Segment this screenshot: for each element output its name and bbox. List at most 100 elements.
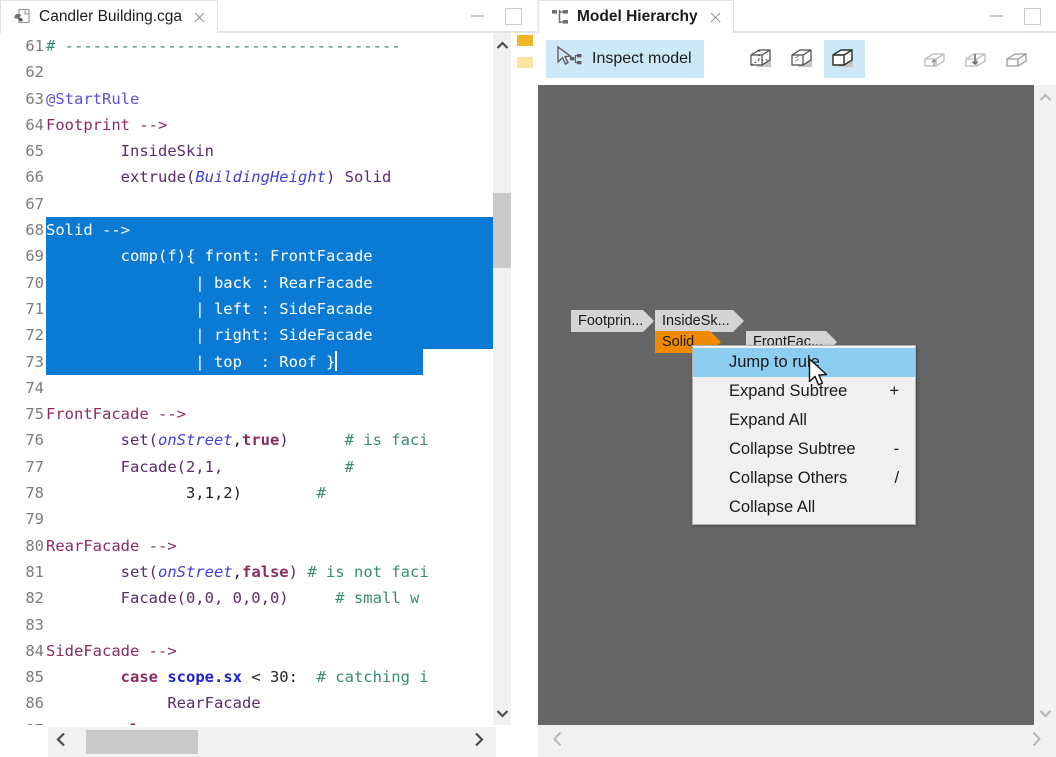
code-line[interactable]: 84SideFacade --> (0, 638, 493, 664)
code-line[interactable]: 63@StartRule (0, 86, 493, 112)
code-line[interactable]: 78 3,1,2) # (0, 480, 493, 506)
editor-overview-ruler[interactable] (511, 33, 538, 725)
code-line[interactable]: 75FrontFacade --> (0, 401, 493, 427)
editor-vertical-scrollbar[interactable] (493, 33, 511, 725)
line-number: 72 (0, 322, 46, 348)
code-line[interactable]: 85 case scope.sx < 30: # catching i (0, 664, 493, 690)
overview-marker[interactable] (517, 57, 533, 68)
code-line[interactable]: 82 Facade(0,0, 0,0,0) # small w (0, 585, 493, 611)
line-number: 70 (0, 270, 46, 296)
code-token: onStreet (158, 431, 233, 449)
tab-candler-building-cga[interactable]: Candler Building.cga (0, 0, 218, 33)
code-line[interactable]: 81 set(onStreet,false) # is not faci (0, 559, 493, 585)
code-token: else (46, 721, 158, 725)
box-down-icon[interactable] (956, 40, 997, 78)
code-line[interactable]: 61# ------------------------------------ (0, 33, 493, 59)
code-line[interactable]: 64Footprint --> (0, 112, 493, 138)
hierarchy-canvas[interactable]: Footprin...InsideSk...SolidFrontFac... J… (538, 85, 1056, 725)
line-number: 67 (0, 191, 46, 217)
minimize-icon[interactable] (988, 7, 1005, 24)
code-line-text: RearFacade (46, 694, 261, 712)
editor-tabstrip: Candler Building.cga (0, 0, 537, 33)
line-number: 64 (0, 112, 46, 138)
context-menu-item[interactable]: Expand All (693, 406, 915, 435)
code-line[interactable]: 77 Facade(2,1, # (0, 454, 493, 480)
hierarchy-node[interactable]: Footprin... (571, 310, 643, 332)
chevron-right-icon[interactable] (466, 732, 492, 752)
code-line-text: Footprint --> (46, 116, 167, 134)
horizontal-scroll-thumb[interactable] (86, 730, 198, 754)
code-token: onStreet (158, 563, 233, 581)
box-up-icon[interactable] (915, 40, 956, 78)
context-menu-item[interactable]: Expand Subtree+ (693, 377, 915, 406)
code-line[interactable]: 70 | back : RearFacade (0, 270, 493, 296)
code-line[interactable]: 80RearFacade --> (0, 533, 493, 559)
code-line-text: Facade(2,1, # (46, 458, 354, 476)
code-line[interactable]: 62 (0, 59, 493, 85)
hierarchy-node-arrow (733, 310, 744, 332)
code-line-text: Facade(0,0, 0,0,0) # small w (46, 589, 419, 607)
code-line[interactable]: 66 extrude(BuildingHeight) Solid (0, 164, 493, 190)
box-solid-icon[interactable] (997, 40, 1038, 78)
hierarchy-titlebar-area (734, 0, 1056, 32)
code-line[interactable]: 86 RearFacade (0, 690, 493, 716)
tree-hierarchy-icon (550, 7, 570, 27)
code-token: FrontFacade --> (46, 405, 186, 423)
maximize-icon[interactable] (504, 7, 521, 24)
overview-marker[interactable] (517, 35, 533, 46)
code-token: InsideSkin (46, 142, 214, 160)
code-token: RearFacade (46, 694, 261, 712)
code-line[interactable]: 87 else: (0, 717, 493, 725)
model-hierarchy-panel: Model Hierarchy Inspe (538, 0, 1056, 757)
close-icon[interactable] (708, 10, 723, 25)
line-number: 80 (0, 533, 46, 559)
code-line[interactable]: 71 | left : SideFacade (0, 296, 493, 322)
canvas-vertical-scrollbar[interactable] (1034, 85, 1056, 725)
chevron-up-icon[interactable] (493, 36, 511, 54)
chevron-left-icon[interactable] (552, 731, 563, 752)
canvas-horizontal-scrollbar[interactable] (538, 725, 1056, 757)
code-line[interactable]: 74 (0, 375, 493, 401)
context-menu-item[interactable]: Collapse Subtree- (693, 435, 915, 464)
line-number: 86 (0, 690, 46, 716)
code-line[interactable]: 76 set(onStreet,true) # is faci (0, 427, 493, 453)
code-token: case (46, 668, 167, 686)
wireframe-box-icon[interactable] (742, 40, 783, 78)
shaded-box-icon[interactable] (824, 40, 865, 78)
code-line[interactable]: 69 comp(f){ front: FrontFacade (0, 243, 493, 269)
code-token: | top : Roof } (46, 353, 335, 371)
chevron-down-icon[interactable] (1034, 703, 1056, 723)
code-token: 3,1,2) (46, 484, 242, 502)
chevron-right-icon[interactable] (1031, 731, 1042, 752)
minimize-icon[interactable] (469, 7, 486, 24)
code-token: Facade(2,1, (46, 458, 223, 476)
maximize-icon[interactable] (1023, 7, 1040, 24)
hidden-line-box-icon[interactable] (783, 40, 824, 78)
code-line[interactable]: 72 | right: SideFacade (0, 322, 493, 348)
code-line[interactable]: 73 | top : Roof } (0, 349, 493, 375)
chevron-left-icon[interactable] (48, 732, 74, 752)
tab-model-hierarchy[interactable]: Model Hierarchy (538, 0, 734, 33)
context-menu-item[interactable]: Jump to rule (693, 348, 915, 377)
hscroll-left-gutter (0, 727, 48, 757)
context-menu-item[interactable]: Collapse All (693, 493, 915, 522)
chevron-up-icon[interactable] (1034, 87, 1056, 107)
code-line[interactable]: 65 InsideSkin (0, 138, 493, 164)
code-line[interactable]: 68Solid --> (0, 217, 493, 243)
code-text-area[interactable]: 61# ------------------------------------… (0, 33, 493, 725)
code-line-text: FrontFacade --> (46, 405, 186, 423)
context-menu-item[interactable]: Collapse Others/ (693, 464, 915, 493)
code-line[interactable]: 67 (0, 191, 493, 217)
editor-horizontal-scrollbar[interactable] (48, 727, 496, 757)
chevron-down-icon[interactable] (493, 704, 511, 722)
code-line[interactable]: 79 (0, 506, 493, 532)
inspect-model-button[interactable]: Inspect model (546, 40, 704, 78)
code-token: < 30: (242, 668, 298, 686)
code-token: ) (279, 431, 288, 449)
code-line[interactable]: 83 (0, 612, 493, 638)
tab-label: Candler Building.cga (39, 8, 182, 26)
vertical-scroll-thumb[interactable] (493, 193, 511, 268)
context-menu-item-label: Collapse Others (729, 469, 856, 488)
close-icon[interactable] (192, 10, 207, 25)
hierarchy-node[interactable]: InsideSk... (655, 310, 733, 332)
